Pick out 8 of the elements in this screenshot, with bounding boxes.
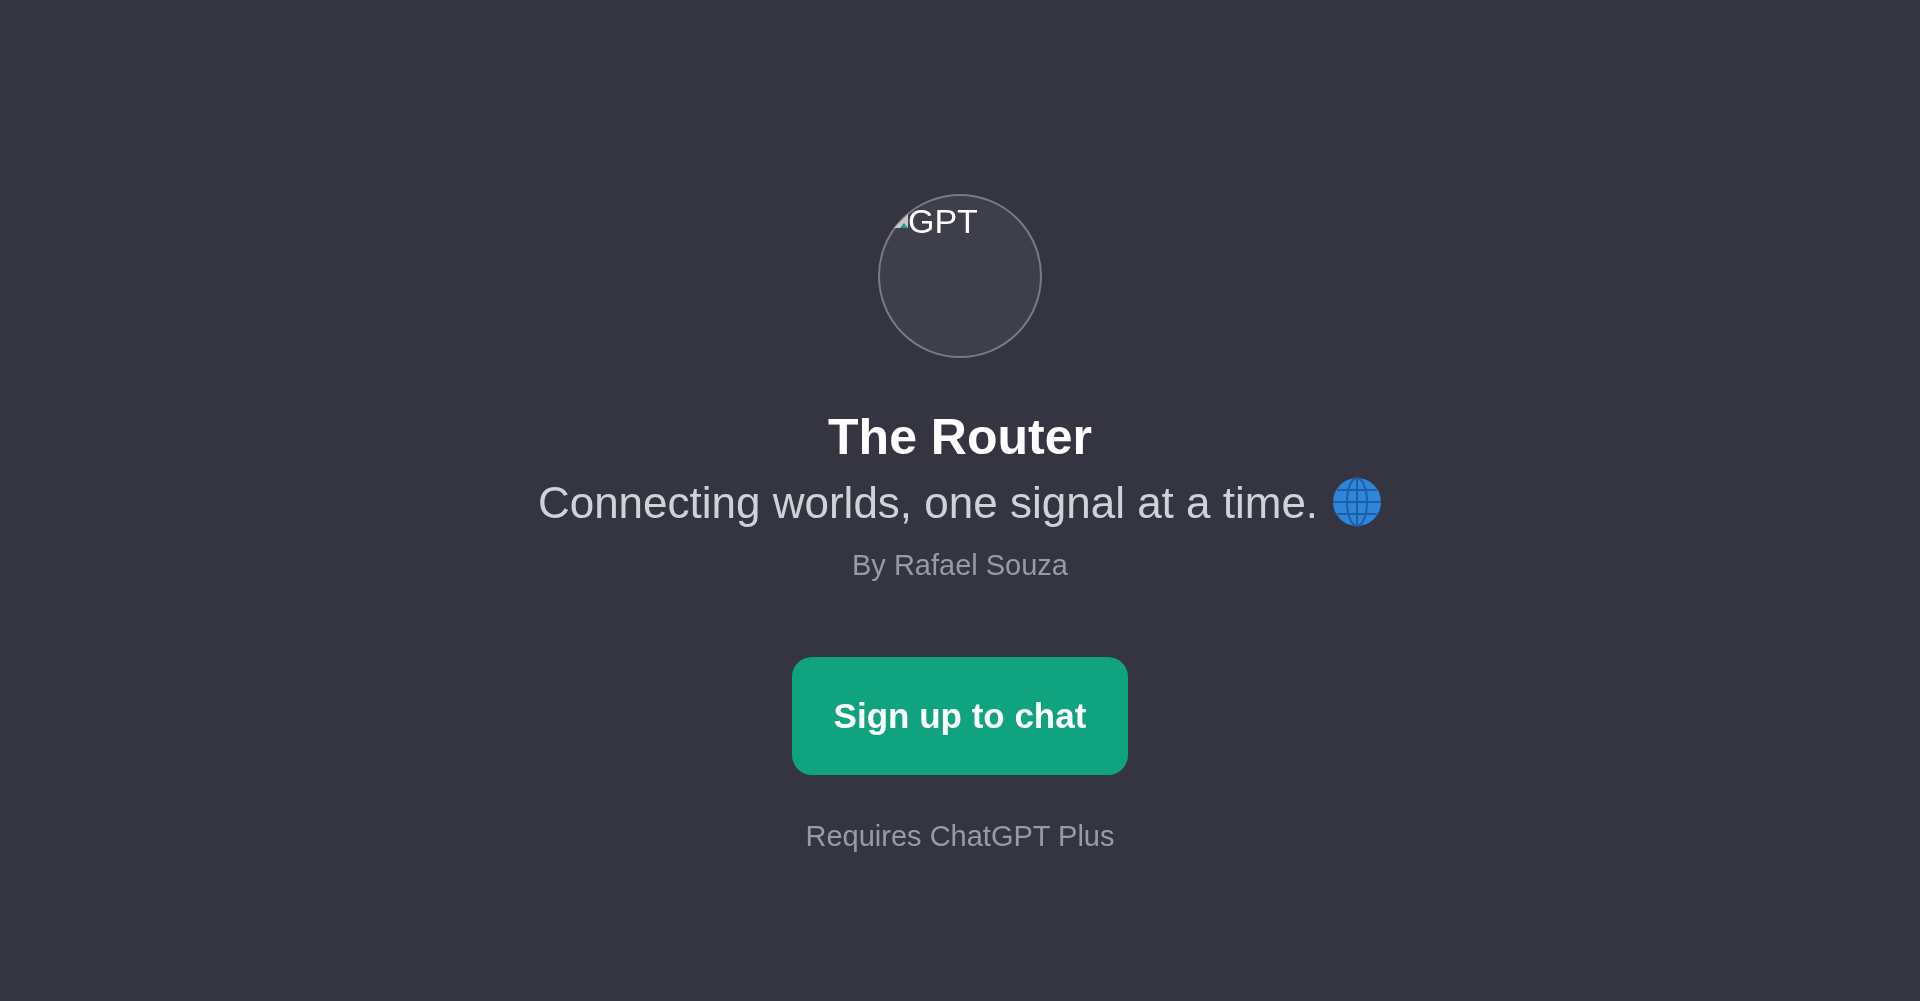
author-name: By Rafael Souza <box>852 547 1068 583</box>
gpt-description: Connecting worlds, one signal at a time. <box>537 476 1319 529</box>
avatar-alt-text: GPT <box>908 204 978 238</box>
broken-image-icon <box>894 214 908 228</box>
sign-up-button[interactable]: Sign up to chat <box>792 657 1128 775</box>
globe-icon <box>1332 477 1383 527</box>
gpt-title: The Router <box>828 408 1092 467</box>
requirement-note: Requires ChatGPT Plus <box>805 819 1115 854</box>
